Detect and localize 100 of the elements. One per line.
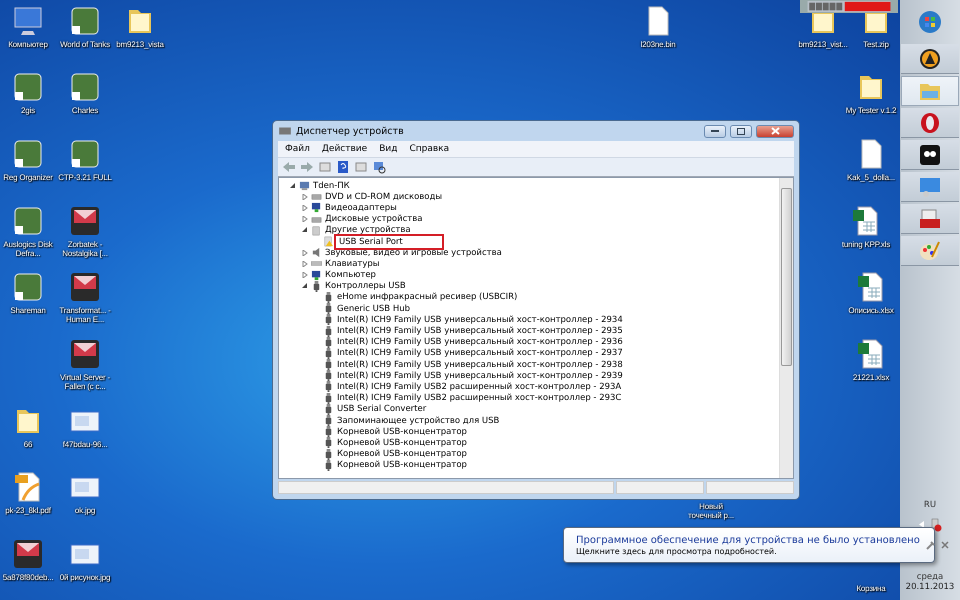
usb-plug-icon [323,336,334,348]
menu-item[interactable]: Файл [280,144,315,154]
icon-label[interactable]: pk-23_8kl.pdf [5,506,51,516]
scan-hardware-icon[interactable] [372,160,386,174]
icon-label[interactable]: Shareman [10,306,46,316]
icon-label[interactable]: 2gis [21,106,35,116]
media-player-drawing[interactable] [800,0,898,13]
tree-item[interactable]: Запоминающее устройство для USB [337,416,500,426]
tree-item[interactable]: Intel(R) ICH9 Family USB2 расширенный хост-контроллер - 293C [337,393,622,404]
properties-icon[interactable] [318,160,332,174]
expand-arrow-icon[interactable] [302,250,308,256]
icon-label[interactable]: 0й рисунок.jpg [60,573,110,582]
tree-item[interactable]: USB Serial Converter [337,404,426,414]
tree-item[interactable]: DVD и CD-ROM дисководы [325,192,442,202]
forward-arrow-icon[interactable] [300,160,314,174]
tree-item[interactable]: Клавиатуры [325,258,380,269]
icon-label[interactable]: 66 [24,440,32,450]
icon-label[interactable]: ok.jpg [74,506,96,516]
expand-arrow-icon[interactable] [302,260,308,267]
tree-item[interactable]: Intel(R) ICH9 Family USB2 расширенный хост-контроллер - 293A [337,382,622,392]
tree-item[interactable]: Компьютер [325,270,376,280]
windows-orb-icon [918,10,942,34]
maximize-icon [737,128,745,134]
notification-title: Программное обеспечение для устройства не было установлено [576,534,920,546]
sidebar-button[interactable] [901,44,959,74]
menu-item[interactable]: Вид [374,144,402,154]
icon-label[interactable]: World of Tanks [60,40,110,50]
tree-item[interactable]: Видеоадаптеры [325,202,397,213]
icon-label[interactable]: Компьютер [8,40,48,50]
tree-item[interactable]: Intel(R) ICH9 Family USB универсальный хост-контроллер - 2938 [337,360,623,370]
device-icon [311,224,322,236]
show-hidden-icons-button[interactable] [918,520,924,530]
icon-label[interactable]: CTP-3.21 FULL [58,173,112,182]
tree-item[interactable]: Intel(R) ICH9 Family USB универсальный хост-контроллер - 2937 [337,348,623,358]
usb-plug-icon [323,359,334,370]
close-button[interactable] [756,124,794,138]
music-file-icon [68,204,102,238]
tree-item[interactable]: Корневой USB-концентратор [337,460,467,470]
expand-arrow-icon[interactable] [302,216,308,222]
icon-label[interactable]: bm9213_vist... [798,40,848,50]
sidebar-button[interactable] [901,140,959,170]
tree-item[interactable]: Корневой USB-концентратор [337,438,467,448]
tree-item[interactable]: Intel(R) ICH9 Family USB универсальный хост-контроллер - 2939 [337,370,623,381]
icon-label[interactable]: bm9213_vista [116,40,164,50]
device-error-icon[interactable] [930,518,942,532]
icon-label[interactable]: f47bdau-96... [62,440,108,450]
expand-arrow-icon[interactable] [302,272,308,278]
icon-label[interactable]: Auslogics Disk Defra... [0,240,56,258]
icon-label[interactable]: Virtual Server - Fallen (с с... [57,373,113,392]
icon-label[interactable]: 5a878f80deb... [2,573,54,582]
menu-item[interactable]: Действие [316,144,372,154]
icon-label[interactable]: Transformat... - Human E... [57,306,113,324]
tree-item[interactable]: USB Serial Port [337,236,441,247]
tree-item[interactable]: Корневой USB-концентратор [337,426,467,437]
music-file-icon [11,537,45,571]
app-icon [918,142,942,166]
settings-icon[interactable] [926,540,935,550]
usb-plug-icon [323,381,334,392]
close-button[interactable] [940,541,949,549]
icon-label[interactable]: tuning KPP.xls [842,240,890,250]
tree-item[interactable]: Tden-ПК [313,180,350,191]
usb-plug-icon [323,437,334,448]
usb-plug-icon [323,370,334,382]
icon-label[interactable]: Описись.xlsx [848,306,894,316]
tree-item[interactable]: Intel(R) ICH9 Family USB универсальный хост-контроллер - 2935 [337,326,623,336]
icon-label[interactable]: Zorbatek - Nostalgika [... [57,240,113,258]
collapse-arrow-icon[interactable] [290,182,296,189]
menu-item[interactable]: Справка [404,144,454,154]
expand-arrow-icon[interactable] [302,194,308,200]
tree-item[interactable]: Корневой USB-концентратор [337,449,467,460]
icon-label[interactable]: 21221.xlsx [852,373,890,382]
tree-item[interactable]: Intel(R) ICH9 Family USB универсальный хост-контроллер - 2934 [337,314,623,325]
icon-label[interactable]: Charles [72,106,98,116]
minimize-button[interactable] [704,124,726,138]
help-icon[interactable] [336,160,350,174]
maximize-button[interactable] [730,124,752,138]
tree-item[interactable]: Дисковые устройства [325,214,422,224]
back-arrow-icon[interactable] [282,160,296,174]
close-icon [770,127,780,135]
icon-label[interactable]: Корзина [856,584,886,594]
tree-item[interactable]: Generic USB Hub [337,304,410,314]
language-indicator[interactable]: RU [924,500,936,510]
weekday-label[interactable]: среда [916,572,944,582]
usb-plug-icon [323,292,334,303]
tree-item[interactable]: Другие устройства [325,225,411,236]
collapse-arrow-icon[interactable] [302,283,308,290]
date-label[interactable]: 20.11.2013 [906,582,954,592]
scrollbar[interactable] [779,178,793,478]
icon-label[interactable]: Kak_5_dolla... [847,173,895,182]
icon-label[interactable]: l203ne.bin [640,40,676,50]
tree-item[interactable]: Звуковые, видео и игровые устройства [325,248,502,258]
icon-label[interactable]: Новый точечный р... [683,502,739,520]
expand-arrow-icon[interactable] [302,204,308,211]
icon-label[interactable]: Reg Organizer [3,173,53,182]
tree-item[interactable]: eHome инфракрасный ресивер (USBCIR) [337,292,518,302]
tree-item[interactable]: Intel(R) ICH9 Family USB универсальный хост-контроллер - 2936 [337,337,623,348]
icon-label[interactable]: My Tester v.1.2 [846,106,896,116]
icon-label[interactable]: Test.zip [863,40,889,50]
collapse-arrow-icon[interactable] [302,227,308,234]
tree-item[interactable]: Контроллеры USB [325,281,406,292]
